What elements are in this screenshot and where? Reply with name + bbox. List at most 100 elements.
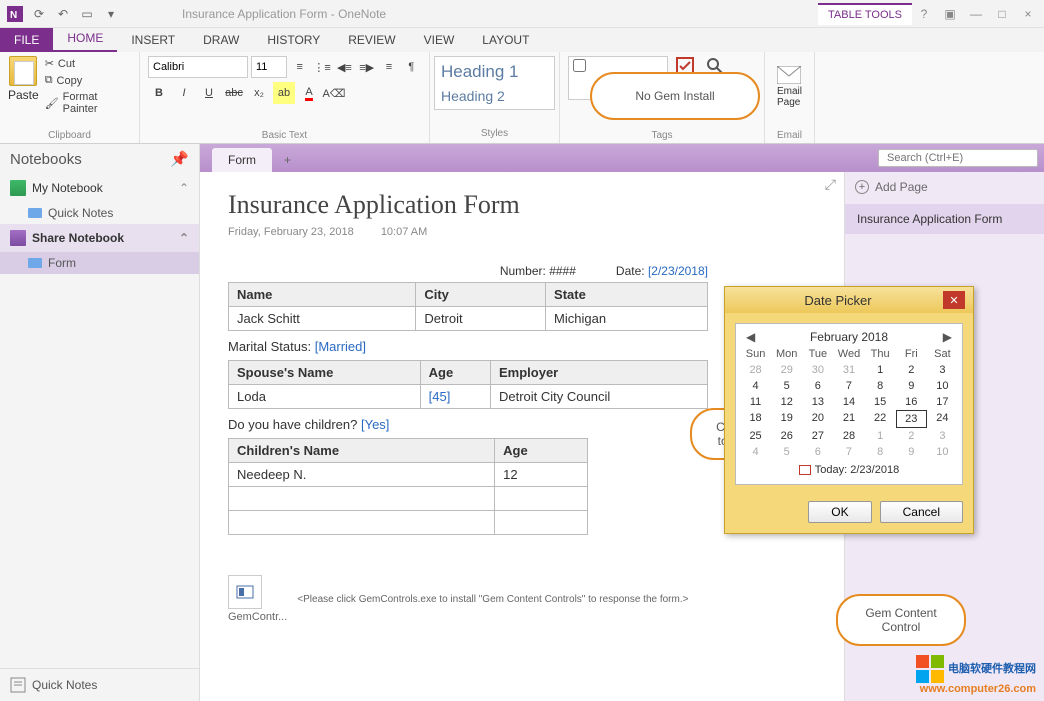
notebook-share-notebook[interactable]: Share Notebook ⌃ bbox=[0, 224, 199, 252]
calendar-day[interactable]: 8 bbox=[865, 378, 896, 394]
tab-insert[interactable]: INSERT bbox=[117, 28, 189, 52]
notebook-my-notebook[interactable]: My Notebook ⌃ bbox=[0, 174, 199, 202]
calendar-day[interactable]: 27 bbox=[802, 428, 833, 444]
calendar-day[interactable]: 6 bbox=[802, 378, 833, 394]
date-value-link[interactable]: [2/23/2018] bbox=[648, 264, 708, 278]
section-form[interactable]: Form bbox=[0, 252, 199, 274]
tab-draw[interactable]: DRAW bbox=[189, 28, 253, 52]
copy-button[interactable]: ⧉Copy bbox=[43, 73, 131, 88]
tab-layout[interactable]: LAYOUT bbox=[468, 28, 543, 52]
calendar-day[interactable]: 25 bbox=[740, 428, 771, 444]
calendar-day[interactable]: 12 bbox=[771, 394, 802, 410]
table-row[interactable] bbox=[229, 487, 588, 511]
font-name-select[interactable] bbox=[148, 56, 248, 78]
add-section-button[interactable]: + bbox=[274, 148, 301, 172]
email-page-button[interactable]: Email Page bbox=[777, 66, 802, 108]
styles-gallery[interactable]: Heading 1 Heading 2 bbox=[434, 56, 555, 110]
calendar-day[interactable]: 30 bbox=[802, 362, 833, 378]
tab-review[interactable]: REVIEW bbox=[334, 28, 409, 52]
align-button[interactable]: ≡ bbox=[379, 56, 398, 78]
calendar-day[interactable]: 16 bbox=[896, 394, 927, 410]
table-row[interactable]: Loda[45]Detroit City Council bbox=[229, 385, 708, 409]
pin-icon[interactable]: 📌 bbox=[170, 150, 189, 168]
today-label[interactable]: Today: 2/23/2018 bbox=[815, 464, 899, 476]
calendar-day[interactable]: 21 bbox=[833, 410, 864, 428]
ribbon-options-icon[interactable]: ▣ bbox=[938, 4, 962, 24]
clear-formatting-button[interactable]: A⌫ bbox=[323, 82, 345, 104]
paragraph-button[interactable]: ¶ bbox=[402, 56, 421, 78]
help-icon[interactable]: ? bbox=[912, 4, 936, 24]
calendar-day[interactable]: 10 bbox=[927, 444, 958, 460]
font-color-button[interactable]: A bbox=[298, 82, 320, 104]
calendar-day[interactable]: 1 bbox=[865, 428, 896, 444]
cut-button[interactable]: ✂Cut bbox=[43, 56, 131, 71]
expand-icon[interactable]: ⤢ bbox=[825, 176, 836, 193]
calendar-day[interactable]: 11 bbox=[740, 394, 771, 410]
table-row[interactable]: Needeep N.12 bbox=[229, 463, 588, 487]
tab-home[interactable]: HOME bbox=[53, 26, 117, 52]
calendar-day[interactable]: 19 bbox=[771, 410, 802, 428]
dock-icon[interactable]: ▭ bbox=[76, 3, 98, 25]
format-painter-button[interactable]: 🖌Format Painter bbox=[43, 90, 131, 116]
calendar-day[interactable]: 31 bbox=[833, 362, 864, 378]
indent-button[interactable]: ≡▶ bbox=[357, 56, 376, 78]
bullets-button[interactable]: ≡ bbox=[290, 56, 309, 78]
minimize-icon[interactable]: — bbox=[964, 4, 988, 24]
sync-icon[interactable]: ⟳ bbox=[28, 3, 50, 25]
calendar-day[interactable]: 7 bbox=[833, 378, 864, 394]
section-tab-form[interactable]: Form bbox=[212, 148, 272, 172]
calendar-day[interactable]: 13 bbox=[802, 394, 833, 410]
add-page-button[interactable]: +Add Page bbox=[845, 172, 1044, 202]
calendar-day[interactable]: 9 bbox=[896, 378, 927, 394]
calendar-day[interactable]: 24 bbox=[927, 410, 958, 428]
children-answer-link[interactable]: [Yes] bbox=[361, 417, 389, 432]
calendar-day[interactable]: 29 bbox=[771, 362, 802, 378]
subscript-button[interactable]: x₂ bbox=[248, 82, 270, 104]
quick-notes-footer-button[interactable]: Quick Notes bbox=[0, 668, 199, 701]
calendar-day[interactable]: 6 bbox=[802, 444, 833, 460]
calendar-day[interactable]: 26 bbox=[771, 428, 802, 444]
calendar-day[interactable]: 18 bbox=[740, 410, 771, 428]
close-icon[interactable]: × bbox=[1016, 4, 1040, 24]
calendar-day[interactable]: 5 bbox=[771, 444, 802, 460]
calendar-day[interactable]: 17 bbox=[927, 394, 958, 410]
calendar-day[interactable]: 2 bbox=[896, 428, 927, 444]
tab-view[interactable]: VIEW bbox=[410, 28, 469, 52]
gemcontrols-file-icon[interactable] bbox=[228, 575, 262, 609]
calendar-day[interactable]: 28 bbox=[740, 362, 771, 378]
calendar-day[interactable]: 5 bbox=[771, 378, 802, 394]
page-title[interactable]: Insurance Application Form bbox=[228, 190, 816, 220]
date-picker-close-button[interactable]: ✕ bbox=[943, 291, 965, 309]
calendar-day[interactable]: 15 bbox=[865, 394, 896, 410]
calendar-day[interactable]: 4 bbox=[740, 378, 771, 394]
calendar-day[interactable]: 10 bbox=[927, 378, 958, 394]
italic-button[interactable]: I bbox=[173, 82, 195, 104]
numbering-button[interactable]: ⋮≡ bbox=[312, 56, 331, 78]
style-heading1[interactable]: Heading 1 bbox=[441, 59, 548, 85]
search-input[interactable] bbox=[878, 149, 1038, 167]
tab-file[interactable]: FILE bbox=[0, 28, 53, 52]
calendar-day[interactable]: 14 bbox=[833, 394, 864, 410]
underline-button[interactable]: U bbox=[198, 82, 220, 104]
onenote-app-icon[interactable]: N bbox=[4, 3, 26, 25]
maximize-icon[interactable]: □ bbox=[990, 4, 1014, 24]
calendar-day[interactable]: 4 bbox=[740, 444, 771, 460]
calendar-day[interactable]: 9 bbox=[896, 444, 927, 460]
paste-button[interactable]: Paste bbox=[8, 56, 39, 116]
calendar-day[interactable]: 3 bbox=[927, 428, 958, 444]
marital-value-link[interactable]: [Married] bbox=[315, 339, 366, 354]
next-month-button[interactable]: ▶ bbox=[943, 330, 952, 344]
ok-button[interactable]: OK bbox=[808, 501, 871, 523]
table-row[interactable]: Jack SchittDetroitMichigan bbox=[229, 307, 708, 331]
context-tab-table-tools[interactable]: TABLE TOOLS bbox=[818, 3, 912, 25]
tab-history[interactable]: HISTORY bbox=[253, 28, 334, 52]
highlight-button[interactable]: ab bbox=[273, 82, 295, 104]
calendar-day[interactable]: 3 bbox=[927, 362, 958, 378]
section-quick-notes[interactable]: Quick Notes bbox=[0, 202, 199, 224]
prev-month-button[interactable]: ◀ bbox=[746, 330, 755, 344]
calendar-day[interactable]: 28 bbox=[833, 428, 864, 444]
calendar-day[interactable]: 23 bbox=[896, 410, 927, 428]
font-size-select[interactable] bbox=[251, 56, 287, 78]
calendar-day[interactable]: 1 bbox=[865, 362, 896, 378]
calendar-day[interactable]: 20 bbox=[802, 410, 833, 428]
